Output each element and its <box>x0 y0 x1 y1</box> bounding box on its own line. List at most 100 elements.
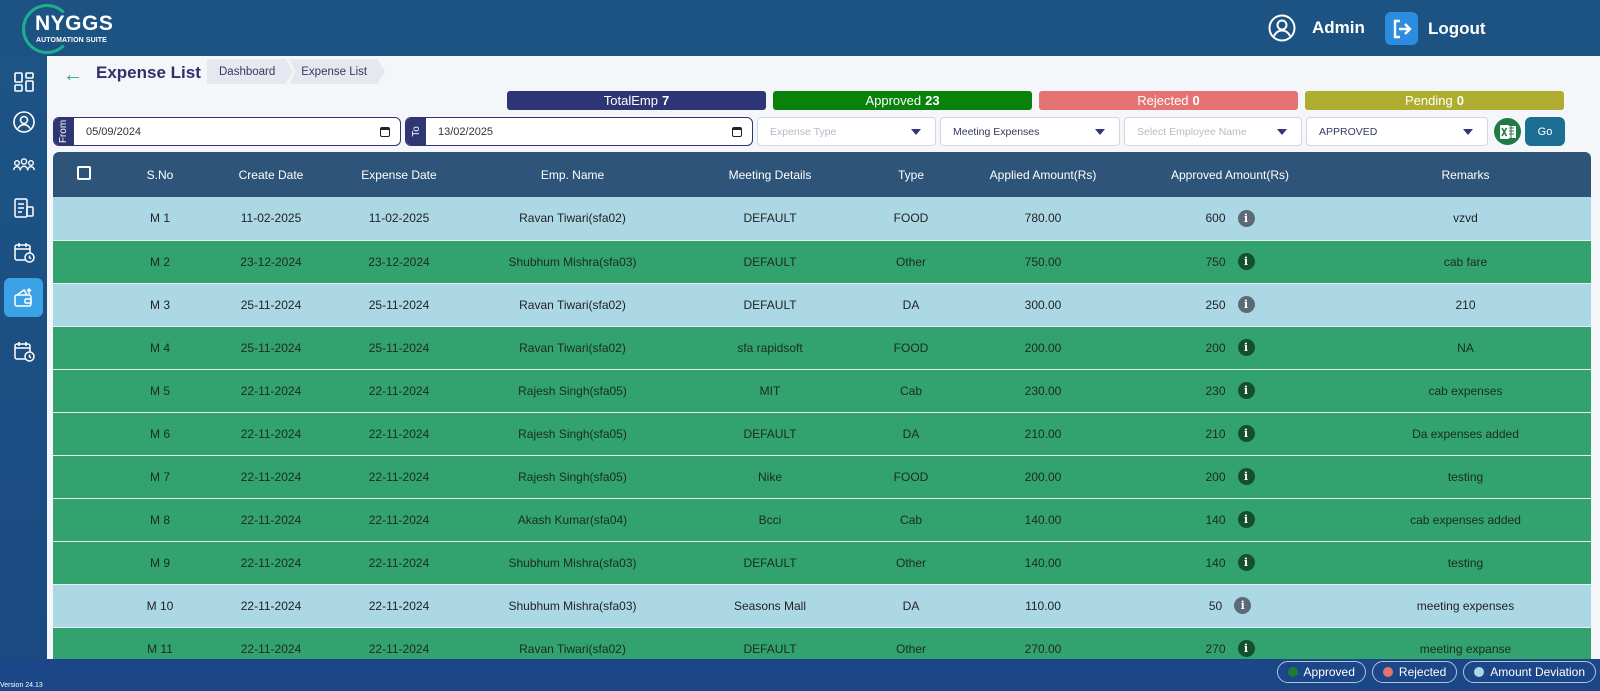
row-select-cell <box>53 455 115 498</box>
calendar-schedule-icon <box>13 341 35 362</box>
sidebar-item-attendance[interactable] <box>4 232 43 271</box>
info-icon[interactable]: i <box>1237 296 1255 313</box>
from-date-field[interactable]: From 05/09/2024 <box>53 117 401 146</box>
col-sno[interactable]: S.No <box>115 152 205 197</box>
logout-label: Logout <box>1428 18 1486 38</box>
expense-type-select[interactable]: Expense Type <box>757 117 936 146</box>
caret-down-icon <box>1277 128 1287 135</box>
stat-approved[interactable]: Approved 23 <box>773 91 1032 110</box>
sidebar-item-reports[interactable] <box>4 188 43 227</box>
breadcrumb-dashboard[interactable]: Dashboard <box>207 59 293 84</box>
logo-text: NYGGS <box>35 12 114 35</box>
top-bar: NYGGS AUTOMATION SUITE Admin Logout <box>0 0 1600 56</box>
col-expense-date[interactable]: Expense Date <box>337 152 461 197</box>
calendar-icon[interactable] <box>732 126 742 137</box>
sidebar-item-expenses[interactable] <box>4 278 43 317</box>
back-arrow-icon[interactable]: ← <box>63 64 83 87</box>
user-profile-icon <box>12 110 35 133</box>
cell-applied-amount: 230.00 <box>1024 383 1062 398</box>
cell-type: Other <box>895 254 926 269</box>
cell-type: FOOD <box>893 211 929 226</box>
table-row[interactable]: M 2 23-12-2024 23-12-2024 Shubhum Mishra(sf… <box>53 240 1591 283</box>
approved-dot-icon <box>1287 667 1298 677</box>
col-create-date[interactable]: Create Date <box>205 152 337 197</box>
cell-expense-date: 22-11-2024 <box>368 426 430 441</box>
row-select-cell <box>53 240 115 283</box>
cell-applied-amount: 300.00 <box>1024 297 1062 312</box>
cell-sno: M 4 <box>149 340 170 355</box>
cell-emp-name: Shubhum Mishra(sfa03) <box>508 555 637 570</box>
logout-button[interactable]: Logout <box>1385 12 1486 45</box>
stat-pending[interactable]: Pending 0 <box>1305 91 1564 110</box>
cell-sno: M 2 <box>149 254 170 269</box>
info-icon[interactable]: i <box>1237 253 1255 270</box>
footer: Version 24.13 Approved Rejected Amount D… <box>0 659 1600 691</box>
info-icon[interactable]: i <box>1237 382 1255 399</box>
info-icon[interactable]: i <box>1237 339 1255 356</box>
table-row[interactable]: M 5 22-11-2024 22-11-2024 Rajesh Singh(sfa0… <box>53 369 1591 412</box>
info-icon[interactable]: i <box>1237 425 1255 442</box>
go-button[interactable]: Go <box>1525 117 1565 146</box>
cell-expense-date: 25-11-2024 <box>368 297 430 312</box>
info-icon[interactable]: i <box>1237 468 1255 485</box>
cell-applied-amount: 780.00 <box>1024 211 1062 226</box>
table-row[interactable]: M 7 22-11-2024 22-11-2024 Rajesh Singh(sfa0… <box>53 455 1591 498</box>
user-menu[interactable]: Admin <box>1268 14 1365 42</box>
col-emp-name[interactable]: Emp. Name <box>461 152 684 197</box>
stats-bar: TotalEmp 7 Approved 23 Rejected 0 Pending 0 <box>507 91 1564 110</box>
col-meeting-details[interactable]: Meeting Details <box>684 152 856 197</box>
cell-expense-date: 22-11-2024 <box>368 383 430 398</box>
cell-create-date: 23-12-2024 <box>240 254 302 269</box>
table-row[interactable]: M 6 22-11-2024 22-11-2024 Rajesh Singh(sfa0… <box>53 412 1591 455</box>
table-row[interactable]: M 8 22-11-2024 22-11-2024 Akash Kumar(sfa04… <box>53 498 1591 541</box>
info-icon[interactable]: i <box>1237 209 1255 227</box>
cell-meeting-details: DEFAULT <box>743 254 797 269</box>
table-row[interactable]: M 10 22-11-2024 22-11-2024 Shubhum Mishra(s… <box>53 584 1591 627</box>
col-remarks[interactable]: Remarks <box>1340 152 1591 197</box>
cell-approved-amount: 140 i <box>1120 498 1340 541</box>
stat-total-emp[interactable]: TotalEmp 7 <box>507 91 766 110</box>
table-row[interactable]: M 4 25-11-2024 25-11-2024 Ravan Tiwari(sfa0… <box>53 326 1591 369</box>
caret-down-icon <box>1463 128 1473 135</box>
stat-rejected[interactable]: Rejected 0 <box>1039 91 1298 110</box>
col-applied-amount[interactable]: Applied Amount(Rs) <box>966 152 1120 197</box>
table-row[interactable]: M 3 25-11-2024 25-11-2024 Ravan Tiwari(sfa0… <box>53 283 1591 326</box>
col-type[interactable]: Type <box>856 152 966 197</box>
expense-category-select[interactable]: Meeting Expenses <box>940 117 1120 146</box>
sidebar-item-schedule[interactable] <box>4 331 43 370</box>
info-icon[interactable]: i <box>1237 554 1255 571</box>
nyggs-logo[interactable]: NYGGS AUTOMATION SUITE <box>22 4 114 54</box>
info-icon[interactable]: i <box>1234 597 1252 614</box>
cell-approved-amount: 140 i <box>1120 541 1340 584</box>
info-icon[interactable]: i <box>1237 640 1255 657</box>
table-row[interactable]: M 1 11-02-2025 11-02-2025 Ravan Tiwari(sfa0… <box>53 197 1591 240</box>
cell-type: FOOD <box>893 469 929 484</box>
cell-type: DA <box>902 598 920 613</box>
status-select[interactable]: APPROVED <box>1306 117 1488 146</box>
sidebar-item-dashboard[interactable] <box>4 62 43 101</box>
table-row[interactable]: M 9 22-11-2024 22-11-2024 Shubhum Mishra(sf… <box>53 541 1591 584</box>
cell-approved-amount: 200 i <box>1120 455 1340 498</box>
cell-meeting-details: Nike <box>757 469 782 484</box>
cell-emp-name: Ravan Tiwari(sfa02) <box>519 297 626 312</box>
select-all-checkbox[interactable] <box>77 166 91 180</box>
from-date-input[interactable]: 05/09/2024 <box>74 118 400 145</box>
to-date-input[interactable]: 13/02/2025 <box>426 118 752 145</box>
cell-meeting-details: DEFAULT <box>743 211 797 226</box>
export-excel-button[interactable] <box>1494 118 1521 145</box>
sidebar-item-profile[interactable] <box>4 102 43 141</box>
cell-remarks: cab expenses <box>1428 383 1503 398</box>
col-approved-amount[interactable]: Approved Amount(Rs) <box>1120 152 1340 197</box>
sidebar-item-team[interactable] <box>4 145 43 184</box>
calendar-icon[interactable] <box>380 126 390 137</box>
cell-expense-date: 25-11-2024 <box>368 340 430 355</box>
cell-meeting-details: Seasons Mall <box>733 598 807 613</box>
cell-create-date: 22-11-2024 <box>240 598 302 613</box>
employee-select[interactable]: Select Employee Name <box>1124 117 1302 146</box>
cell-expense-date: 23-12-2024 <box>368 254 430 269</box>
cell-create-date: 25-11-2024 <box>240 340 302 355</box>
to-label: To <box>406 118 426 145</box>
info-icon[interactable]: i <box>1237 511 1255 528</box>
to-date-field[interactable]: To 13/02/2025 <box>405 117 753 146</box>
cell-applied-amount: 140.00 <box>1024 512 1062 527</box>
